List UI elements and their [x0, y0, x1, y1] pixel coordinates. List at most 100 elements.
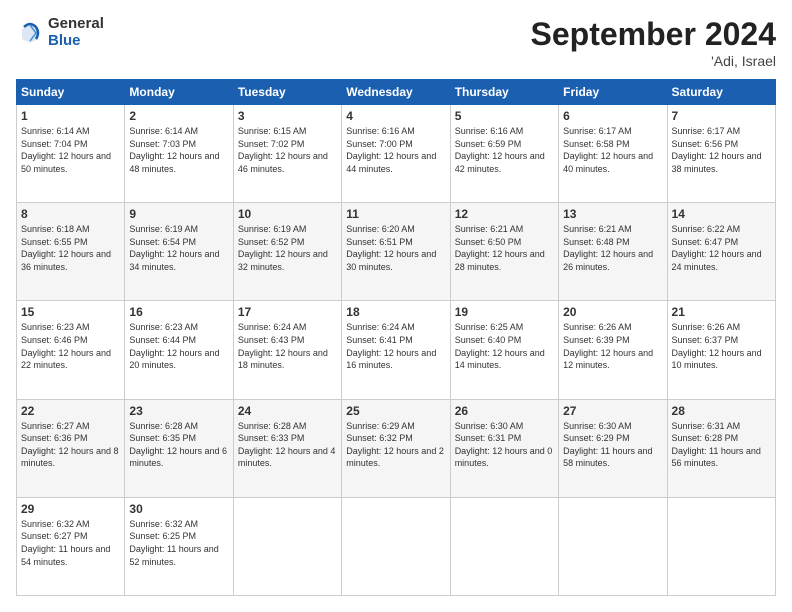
table-row: 13 Sunrise: 6:21 AMSunset: 6:48 PMDayligh… — [559, 203, 667, 301]
col-thursday: Thursday — [450, 80, 558, 105]
day-info: Sunrise: 6:30 AMSunset: 6:31 PMDaylight:… — [455, 420, 554, 470]
day-number: 30 — [129, 502, 228, 516]
table-row: 17 Sunrise: 6:24 AMSunset: 6:43 PMDayligh… — [233, 301, 341, 399]
day-number: 6 — [563, 109, 662, 123]
logo: General Blue — [16, 16, 104, 49]
table-row: 2 Sunrise: 6:14 AMSunset: 7:03 PMDaylight… — [125, 105, 233, 203]
table-row — [667, 497, 775, 595]
table-row: 21 Sunrise: 6:26 AMSunset: 6:37 PMDayligh… — [667, 301, 775, 399]
day-number: 20 — [563, 305, 662, 319]
day-info: Sunrise: 6:20 AMSunset: 6:51 PMDaylight:… — [346, 223, 445, 273]
col-wednesday: Wednesday — [342, 80, 450, 105]
day-info: Sunrise: 6:26 AMSunset: 6:37 PMDaylight:… — [672, 321, 771, 371]
day-number: 2 — [129, 109, 228, 123]
month-title: September 2024 — [531, 16, 776, 53]
day-info: Sunrise: 6:25 AMSunset: 6:40 PMDaylight:… — [455, 321, 554, 371]
day-info: Sunrise: 6:16 AMSunset: 6:59 PMDaylight:… — [455, 125, 554, 175]
table-row: 28Sunrise: 6:31 AMSunset: 6:28 PMDayligh… — [667, 399, 775, 497]
day-number: 3 — [238, 109, 337, 123]
day-info: Sunrise: 6:15 AMSunset: 7:02 PMDaylight:… — [238, 125, 337, 175]
day-number: 19 — [455, 305, 554, 319]
table-row: 9 Sunrise: 6:19 AMSunset: 6:54 PMDaylight… — [125, 203, 233, 301]
table-row: 14 Sunrise: 6:22 AMSunset: 6:47 PMDayligh… — [667, 203, 775, 301]
table-row: 27 Sunrise: 6:30 AMSunset: 6:29 PMDayligh… — [559, 399, 667, 497]
page: General Blue September 2024 'Adi, Israel… — [0, 0, 792, 612]
day-number: 22 — [21, 404, 120, 418]
day-info: Sunrise: 6:32 AMSunset: 6:25 PMDaylight:… — [129, 518, 228, 568]
day-number: 16 — [129, 305, 228, 319]
day-info: Sunrise: 6:24 AMSunset: 6:41 PMDaylight:… — [346, 321, 445, 371]
day-info: Sunrise: 6:32 AMSunset: 6:27 PMDaylight:… — [21, 518, 120, 568]
day-info: Sunrise: 6:21 AMSunset: 6:48 PMDaylight:… — [563, 223, 662, 273]
day-number: 12 — [455, 207, 554, 221]
day-info: Sunrise: 6:27 AMSunset: 6:36 PMDaylight:… — [21, 420, 120, 470]
col-sunday: Sunday — [17, 80, 125, 105]
day-info: Sunrise: 6:30 AMSunset: 6:29 PMDaylight:… — [563, 420, 662, 470]
day-info: Sunrise: 6:28 AMSunset: 6:35 PMDaylight:… — [129, 420, 228, 470]
day-info: Sunrise: 6:18 AMSunset: 6:55 PMDaylight:… — [21, 223, 120, 273]
calendar-week-row: 8 Sunrise: 6:18 AMSunset: 6:55 PMDaylight… — [17, 203, 776, 301]
day-info: Sunrise: 6:17 AMSunset: 6:56 PMDaylight:… — [672, 125, 771, 175]
day-info: Sunrise: 6:19 AMSunset: 6:54 PMDaylight:… — [129, 223, 228, 273]
col-monday: Monday — [125, 80, 233, 105]
day-number: 29 — [21, 502, 120, 516]
day-number: 7 — [672, 109, 771, 123]
table-row: 24Sunrise: 6:28 AMSunset: 6:33 PMDayligh… — [233, 399, 341, 497]
table-row: 10Sunrise: 6:19 AMSunset: 6:52 PMDayligh… — [233, 203, 341, 301]
table-row: 30 Sunrise: 6:32 AMSunset: 6:25 PMDayligh… — [125, 497, 233, 595]
day-info: Sunrise: 6:22 AMSunset: 6:47 PMDaylight:… — [672, 223, 771, 273]
day-number: 27 — [563, 404, 662, 418]
day-info: Sunrise: 6:23 AMSunset: 6:44 PMDaylight:… — [129, 321, 228, 371]
location: 'Adi, Israel — [531, 53, 776, 69]
day-info: Sunrise: 6:16 AMSunset: 7:00 PMDaylight:… — [346, 125, 445, 175]
table-row: 6 Sunrise: 6:17 AMSunset: 6:58 PMDaylight… — [559, 105, 667, 203]
logo-blue: Blue — [48, 33, 104, 50]
day-number: 26 — [455, 404, 554, 418]
day-number: 15 — [21, 305, 120, 319]
logo-icon — [16, 19, 44, 47]
day-number: 14 — [672, 207, 771, 221]
table-row: 12 Sunrise: 6:21 AMSunset: 6:50 PMDayligh… — [450, 203, 558, 301]
table-row: 26 Sunrise: 6:30 AMSunset: 6:31 PMDayligh… — [450, 399, 558, 497]
day-number: 13 — [563, 207, 662, 221]
table-row — [450, 497, 558, 595]
table-row — [559, 497, 667, 595]
table-row: 3 Sunrise: 6:15 AMSunset: 7:02 PMDaylight… — [233, 105, 341, 203]
day-info: Sunrise: 6:29 AMSunset: 6:32 PMDaylight:… — [346, 420, 445, 470]
day-info: Sunrise: 6:17 AMSunset: 6:58 PMDaylight:… — [563, 125, 662, 175]
table-row: 22 Sunrise: 6:27 AMSunset: 6:36 PMDayligh… — [17, 399, 125, 497]
day-info: Sunrise: 6:24 AMSunset: 6:43 PMDaylight:… — [238, 321, 337, 371]
day-number: 17 — [238, 305, 337, 319]
calendar-week-row: 29 Sunrise: 6:32 AMSunset: 6:27 PMDayligh… — [17, 497, 776, 595]
day-number: 4 — [346, 109, 445, 123]
table-row: 8 Sunrise: 6:18 AMSunset: 6:55 PMDaylight… — [17, 203, 125, 301]
calendar-week-row: 22 Sunrise: 6:27 AMSunset: 6:36 PMDayligh… — [17, 399, 776, 497]
day-number: 11 — [346, 207, 445, 221]
table-row: 18Sunrise: 6:24 AMSunset: 6:41 PMDayligh… — [342, 301, 450, 399]
day-info: Sunrise: 6:14 AMSunset: 7:04 PMDaylight:… — [21, 125, 120, 175]
calendar-table: Sunday Monday Tuesday Wednesday Thursday… — [16, 79, 776, 596]
day-number: 8 — [21, 207, 120, 221]
table-row: 7 Sunrise: 6:17 AMSunset: 6:56 PMDaylight… — [667, 105, 775, 203]
day-info: Sunrise: 6:19 AMSunset: 6:52 PMDaylight:… — [238, 223, 337, 273]
calendar-header-row: Sunday Monday Tuesday Wednesday Thursday… — [17, 80, 776, 105]
day-info: Sunrise: 6:21 AMSunset: 6:50 PMDaylight:… — [455, 223, 554, 273]
col-tuesday: Tuesday — [233, 80, 341, 105]
calendar-week-row: 15 Sunrise: 6:23 AMSunset: 6:46 PMDayligh… — [17, 301, 776, 399]
day-number: 21 — [672, 305, 771, 319]
table-row: 15 Sunrise: 6:23 AMSunset: 6:46 PMDayligh… — [17, 301, 125, 399]
day-info: Sunrise: 6:23 AMSunset: 6:46 PMDaylight:… — [21, 321, 120, 371]
logo-text: General Blue — [48, 16, 104, 49]
day-info: Sunrise: 6:28 AMSunset: 6:33 PMDaylight:… — [238, 420, 337, 470]
table-row: 23Sunrise: 6:28 AMSunset: 6:35 PMDayligh… — [125, 399, 233, 497]
day-number: 28 — [672, 404, 771, 418]
table-row: 19 Sunrise: 6:25 AMSunset: 6:40 PMDayligh… — [450, 301, 558, 399]
day-number: 9 — [129, 207, 228, 221]
day-info: Sunrise: 6:14 AMSunset: 7:03 PMDaylight:… — [129, 125, 228, 175]
table-row: 20 Sunrise: 6:26 AMSunset: 6:39 PMDayligh… — [559, 301, 667, 399]
table-row: 11 Sunrise: 6:20 AMSunset: 6:51 PMDayligh… — [342, 203, 450, 301]
col-saturday: Saturday — [667, 80, 775, 105]
col-friday: Friday — [559, 80, 667, 105]
table-row — [233, 497, 341, 595]
day-info: Sunrise: 6:26 AMSunset: 6:39 PMDaylight:… — [563, 321, 662, 371]
